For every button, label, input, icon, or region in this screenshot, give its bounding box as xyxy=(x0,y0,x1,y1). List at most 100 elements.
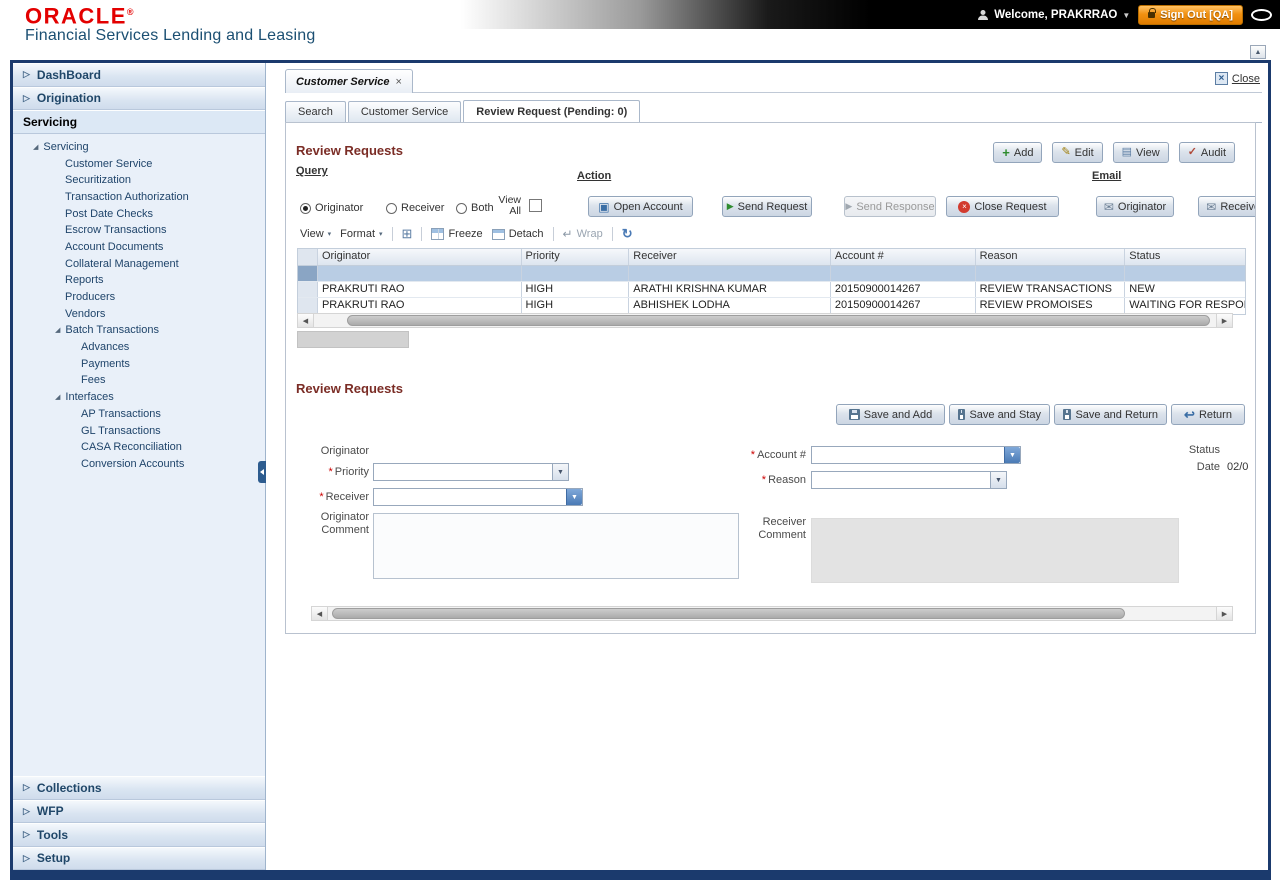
tree-item-payments[interactable]: Payments xyxy=(13,355,265,372)
table-row[interactable]: PRAKRUTI RAO HIGH ARATHI KRISHNA KUMAR 2… xyxy=(298,282,1245,298)
close-request-button[interactable]: ×Close Request xyxy=(946,196,1059,217)
row-selector[interactable] xyxy=(298,282,318,297)
sidebar-collapse-handle[interactable] xyxy=(258,461,266,483)
return-button[interactable]: ↩Return xyxy=(1171,404,1245,425)
email-receiver-button[interactable]: ✉Receiver xyxy=(1198,196,1256,217)
tree-item-account-documents[interactable]: Account Documents xyxy=(13,239,265,256)
scroll-left-icon[interactable]: ◀ xyxy=(298,314,314,327)
reason-select[interactable]: ▼ xyxy=(811,471,1007,489)
sidebar-section-setup[interactable]: ▷ Setup xyxy=(13,847,265,871)
chevron-right-icon: ▷ xyxy=(23,69,30,80)
tree-node-servicing[interactable]: ◢Servicing xyxy=(13,139,265,156)
send-response-button[interactable]: ▶Send Response xyxy=(844,196,936,217)
tree-item-escrow-transactions[interactable]: Escrow Transactions xyxy=(13,222,265,239)
tree-item-casa-reconciliation[interactable]: CASA Reconciliation xyxy=(13,439,265,456)
receiver-select[interactable]: ▼ xyxy=(373,488,583,506)
scrollbar-thumb[interactable] xyxy=(347,315,1210,326)
tree-item-label: Batch Transactions xyxy=(65,324,159,336)
sign-out-button[interactable]: Sign Out [QA] xyxy=(1138,5,1243,25)
freeze-button[interactable]: Freeze xyxy=(431,228,482,240)
close-button[interactable]: × Close xyxy=(1215,72,1260,85)
radio-receiver[interactable] xyxy=(386,203,397,214)
radio-both[interactable] xyxy=(456,203,467,214)
tree-collapse-icon[interactable]: ◢ xyxy=(55,393,60,401)
tree-item-transaction-authorization[interactable]: Transaction Authorization xyxy=(13,189,265,206)
user-menu[interactable]: Welcome, PRAKRRAO ▼ xyxy=(977,9,1130,21)
format-menu[interactable]: Format▾ xyxy=(340,228,382,240)
form-horizontal-scrollbar[interactable]: ◀ ▶ xyxy=(311,606,1233,621)
tree-item-reports[interactable]: Reports xyxy=(13,272,265,289)
sidebar-section-dashboard[interactable]: ▷ DashBoard xyxy=(13,63,265,87)
tree-collapse-icon[interactable]: ◢ xyxy=(55,326,60,334)
column-header-priority[interactable]: Priority xyxy=(522,249,630,265)
table-row[interactable] xyxy=(298,266,1245,282)
tree-item-fees[interactable]: Fees xyxy=(13,372,265,389)
sidebar-section-tools[interactable]: ▷ Tools xyxy=(13,823,265,847)
column-header-account[interactable]: Account # xyxy=(831,249,976,265)
priority-label: *Priority xyxy=(286,466,369,479)
tree-item-ap-transactions[interactable]: AP Transactions xyxy=(13,406,265,423)
tree-item-post-date-checks[interactable]: Post Date Checks xyxy=(13,205,265,222)
refresh-button[interactable]: ↻ xyxy=(622,226,633,242)
sidebar-section-origination[interactable]: ▷ Origination xyxy=(13,87,265,111)
column-header-receiver[interactable]: Receiver xyxy=(629,249,831,265)
tree-item-conversion-accounts[interactable]: Conversion Accounts xyxy=(13,456,265,473)
radio-originator[interactable] xyxy=(300,203,311,214)
table-row[interactable]: PRAKRUTI RAO HIGH ABHISHEK LODHA 2015090… xyxy=(298,298,1245,314)
tree-item-gl-transactions[interactable]: GL Transactions xyxy=(13,422,265,439)
chevron-down-icon[interactable]: ▼ xyxy=(1004,447,1020,463)
row-selector[interactable] xyxy=(298,298,318,314)
audit-button[interactable]: ✓Audit xyxy=(1179,142,1235,163)
row-selector[interactable] xyxy=(298,266,318,281)
edit-button[interactable]: ✎Edit xyxy=(1052,142,1102,163)
sidebar-section-servicing[interactable]: Servicing xyxy=(13,110,265,134)
sidebar-section-wfp[interactable]: ▷ WFP xyxy=(13,800,265,824)
account-select[interactable]: ▼ xyxy=(811,446,1021,464)
export-button[interactable]: ⊞ xyxy=(402,226,413,242)
originator-comment-textarea[interactable] xyxy=(373,513,739,579)
sidebar-section-collections[interactable]: ▷ Collections xyxy=(13,776,265,800)
table-horizontal-scrollbar[interactable]: ◀ ▶ xyxy=(297,313,1233,328)
column-header-reason[interactable]: Reason xyxy=(976,249,1126,265)
tree-item-producers[interactable]: Producers xyxy=(13,289,265,306)
tab-customer-service-sub[interactable]: Customer Service xyxy=(348,101,461,122)
email-originator-button[interactable]: ✉Originator xyxy=(1096,196,1174,217)
tree-item-collateral-management[interactable]: Collateral Management xyxy=(13,255,265,272)
tree-item-vendors[interactable]: Vendors xyxy=(13,305,265,322)
scroll-right-icon[interactable]: ▶ xyxy=(1216,607,1232,620)
tree-node-interfaces[interactable]: ◢Interfaces xyxy=(13,389,265,406)
detach-button[interactable]: Detach xyxy=(492,228,544,240)
tab-review-request[interactable]: Review Request (Pending: 0) xyxy=(463,100,640,123)
tree-item-label: Producers xyxy=(65,291,115,303)
view-menu[interactable]: View▾ xyxy=(300,228,331,240)
tree-collapse-icon[interactable]: ◢ xyxy=(33,143,38,151)
save-and-return-button[interactable]: Save and Return xyxy=(1054,404,1167,425)
chevron-down-icon[interactable]: ▼ xyxy=(552,464,568,480)
priority-select[interactable]: ▼ xyxy=(373,463,569,481)
chevron-down-icon[interactable]: ▼ xyxy=(566,489,582,505)
scroll-right-icon[interactable]: ▶ xyxy=(1216,314,1232,327)
tab-search[interactable]: Search xyxy=(285,101,346,122)
tree-item-securitization[interactable]: Securitization xyxy=(13,172,265,189)
column-header-status[interactable]: Status xyxy=(1125,249,1245,265)
reason-label: *Reason xyxy=(723,474,806,487)
tab-customer-service[interactable]: Customer Service × xyxy=(285,69,413,93)
view-button[interactable]: ▤View xyxy=(1113,142,1169,163)
save-and-stay-button[interactable]: Save and Stay xyxy=(949,404,1050,425)
view-all-checkbox[interactable] xyxy=(529,199,542,212)
tree-node-batch-transactions[interactable]: ◢ Batch Transactions xyxy=(13,322,265,339)
tree-item-advances[interactable]: Advances xyxy=(13,339,265,356)
column-header-originator[interactable]: Originator xyxy=(318,249,522,265)
add-button[interactable]: +Add xyxy=(993,142,1042,163)
scrollbar-thumb[interactable] xyxy=(332,608,1125,619)
save-and-add-button[interactable]: Save and Add xyxy=(836,404,945,425)
scroll-left-icon[interactable]: ◀ xyxy=(312,607,328,620)
tree-item-customer-service[interactable]: Customer Service xyxy=(13,155,265,172)
chevron-down-icon[interactable]: ▼ xyxy=(990,472,1006,488)
cell-priority: HIGH xyxy=(522,282,630,297)
open-account-button[interactable]: ▣Open Account xyxy=(588,196,693,217)
wrap-button[interactable]: ↵Wrap xyxy=(563,227,603,241)
tab-close-icon[interactable]: × xyxy=(396,76,402,88)
scroll-up-button[interactable]: ▲ xyxy=(1250,45,1266,59)
send-request-button[interactable]: ▶Send Request xyxy=(722,196,812,217)
